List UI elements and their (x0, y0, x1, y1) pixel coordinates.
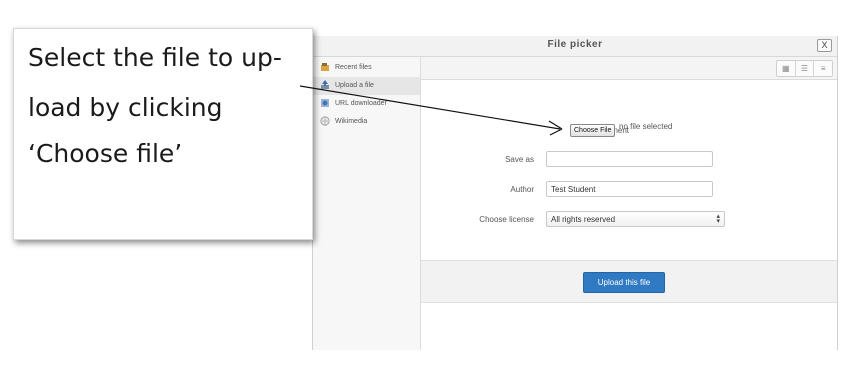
no-file-selected-text: no file selected (619, 122, 673, 131)
tree-view-icon[interactable]: ≡ (814, 61, 832, 76)
save-as-label: Save as (505, 155, 534, 164)
license-select[interactable]: All rights reserved ▴ ▾ (546, 211, 725, 227)
license-select-value: All rights reserved (551, 215, 616, 224)
instruction-callout: Select the file to up- load by clicking … (13, 28, 313, 240)
wikimedia-icon (320, 116, 330, 126)
dialog-title: File picker (547, 39, 603, 50)
upload-this-file-button[interactable]: Upload this file (583, 272, 665, 293)
sidebar-item-wikimedia[interactable]: Wikimedia (313, 113, 420, 131)
author-input[interactable]: Test Student (546, 181, 713, 197)
save-as-input[interactable] (546, 151, 713, 167)
dialog-footer: Upload this file (421, 260, 837, 303)
close-button[interactable]: X (817, 39, 832, 52)
sidebar-item-label: Upload a file (335, 82, 374, 89)
repository-sidebar: Recent files Upload a file URL downloade… (313, 57, 421, 350)
recent-files-icon (321, 63, 329, 71)
author-label: Author (510, 185, 534, 194)
url-downloader-icon (321, 99, 329, 107)
view-switcher: ▦ ☰ ≡ (776, 60, 833, 77)
list-view-icon[interactable]: ☰ (796, 61, 815, 76)
license-label: Choose license (479, 215, 534, 224)
sidebar-item-label: Wikimedia (335, 118, 368, 125)
sidebar-item-upload-a-file[interactable]: Upload a file (313, 77, 420, 95)
upload-icon (321, 80, 329, 89)
view-toolbar: ▦ ☰ ≡ (421, 57, 837, 80)
callout-line: Select the file to up- (28, 43, 282, 72)
callout-line: ‘Choose file’ (28, 139, 183, 168)
icons-view-icon[interactable]: ▦ (777, 61, 796, 76)
choose-file-button[interactable]: Choose File (570, 124, 616, 137)
sidebar-item-recent-files[interactable]: Recent files (313, 59, 420, 77)
sidebar-item-label: URL downloader (335, 100, 387, 107)
callout-line: load by clicking (28, 93, 223, 122)
sidebar-item-url-downloader[interactable]: URL downloader (313, 95, 420, 113)
sidebar-item-label: Recent files (335, 64, 372, 71)
dialog-titlebar: File picker X (313, 36, 837, 57)
select-arrows-icon: ▴ ▾ (716, 213, 720, 225)
